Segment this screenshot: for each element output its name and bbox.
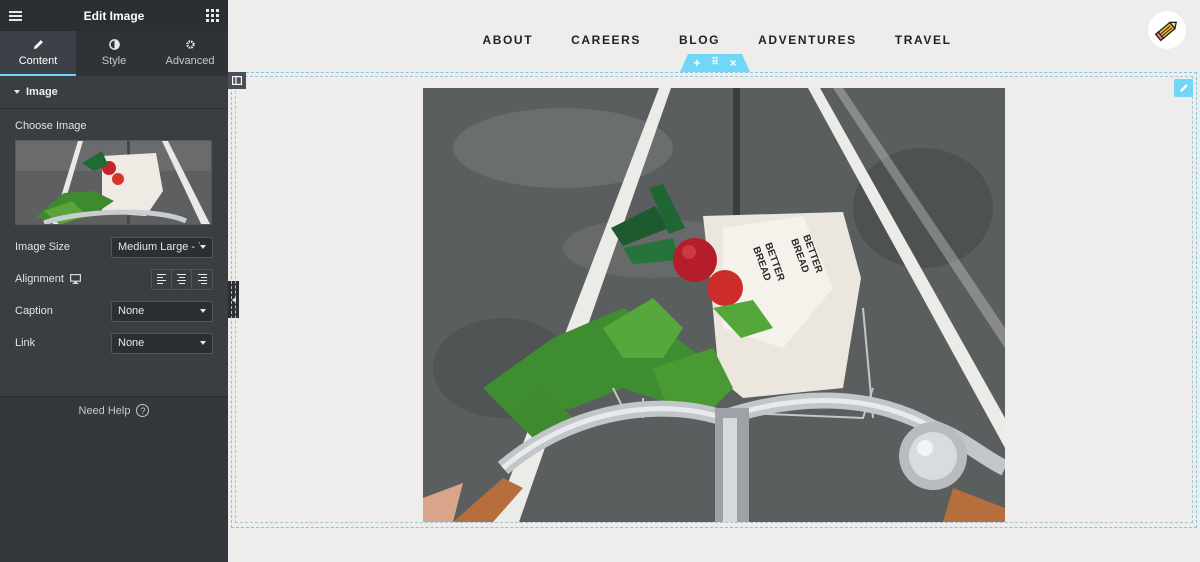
dropdown-arrow-icon: [200, 341, 206, 345]
alignment-row: Alignment: [15, 268, 213, 290]
image-size-label: Image Size: [15, 241, 71, 253]
drag-section-icon[interactable]: ⠿: [711, 58, 718, 68]
caption-select[interactable]: None: [111, 300, 213, 322]
tab-content-label: Content: [18, 54, 58, 67]
close-section-icon[interactable]: ×: [730, 57, 737, 69]
tab-style-label: Style: [101, 54, 127, 67]
hamburger-menu-icon[interactable]: [9, 10, 22, 21]
column-layout-icon: [232, 76, 242, 85]
image-size-value: Medium Large - 768 x 0: [118, 241, 200, 253]
help-icon: ?: [136, 404, 150, 417]
link-row: Link None: [15, 332, 213, 354]
image-section-toggle[interactable]: Image: [0, 76, 228, 109]
edit-widget-button[interactable]: [1174, 79, 1193, 97]
link-value: None: [118, 337, 145, 349]
pencil-logo-icon: [1154, 21, 1177, 42]
align-center-icon[interactable]: [172, 269, 192, 289]
nav-item-about[interactable]: ABOUT: [482, 33, 533, 47]
tab-advanced[interactable]: Advanced: [152, 31, 228, 76]
site-navigation: ABOUT CAREERS BLOG ADVENTURES TRAVEL: [228, 33, 1200, 47]
site-logo[interactable]: [1148, 11, 1186, 49]
pencil-icon: [33, 39, 43, 49]
nav-item-blog[interactable]: BLOG: [679, 33, 720, 47]
align-right-icon[interactable]: [192, 270, 212, 289]
image-size-row: Image Size Medium Large - 768 x 0: [15, 236, 213, 258]
tab-content[interactable]: Content: [0, 31, 76, 76]
nav-item-careers[interactable]: CAREERS: [571, 33, 641, 47]
nav-item-travel[interactable]: TRAVEL: [895, 33, 952, 47]
caption-label: Caption: [15, 305, 53, 317]
sidebar-header: Edit Image: [0, 0, 228, 31]
widgets-grid-icon[interactable]: [206, 9, 219, 22]
caret-down-icon: [14, 90, 20, 94]
tab-style[interactable]: Style: [76, 31, 152, 76]
contrast-icon: [108, 38, 120, 50]
image-size-select[interactable]: Medium Large - 768 x 0: [111, 236, 213, 258]
link-label: Link: [15, 337, 36, 349]
panel-title: Edit Image: [83, 8, 145, 23]
section-title: Image: [26, 86, 58, 98]
image-thumbnail[interactable]: [15, 140, 212, 225]
alignment-label: Alignment: [15, 273, 64, 285]
caption-value: None: [118, 305, 145, 317]
image-widget[interactable]: BREAD BETTER BREAD BETTER: [423, 88, 1005, 522]
panel-tabs: Content Style Advanced: [0, 31, 228, 76]
gear-icon: [185, 39, 195, 49]
section-controls: + ⠿ ×: [680, 54, 750, 72]
align-left-icon[interactable]: [152, 269, 172, 289]
link-select[interactable]: None: [111, 332, 213, 354]
image-controls: Choose Image Image Size Medium Large - 7…: [0, 109, 228, 397]
add-section-icon[interactable]: +: [693, 57, 700, 69]
dropdown-arrow-icon: [200, 245, 206, 249]
caption-row: Caption None: [15, 300, 213, 322]
desktop-icon[interactable]: [69, 274, 81, 284]
alignment-buttons: [151, 268, 213, 290]
editor-sidebar: Edit Image Content Style Advanced Image …: [0, 0, 228, 562]
alignment-label-group: Alignment: [15, 273, 81, 285]
need-help-link[interactable]: Need Help ?: [0, 404, 228, 417]
pencil-icon: [1179, 84, 1188, 92]
choose-image-label: Choose Image: [15, 120, 87, 132]
dropdown-arrow-icon: [200, 309, 206, 313]
nav-item-adventures[interactable]: ADVENTURES: [758, 33, 857, 47]
tab-advanced-label: Advanced: [165, 54, 215, 67]
column-handle[interactable]: [228, 72, 246, 89]
need-help-label: Need Help: [78, 404, 131, 417]
